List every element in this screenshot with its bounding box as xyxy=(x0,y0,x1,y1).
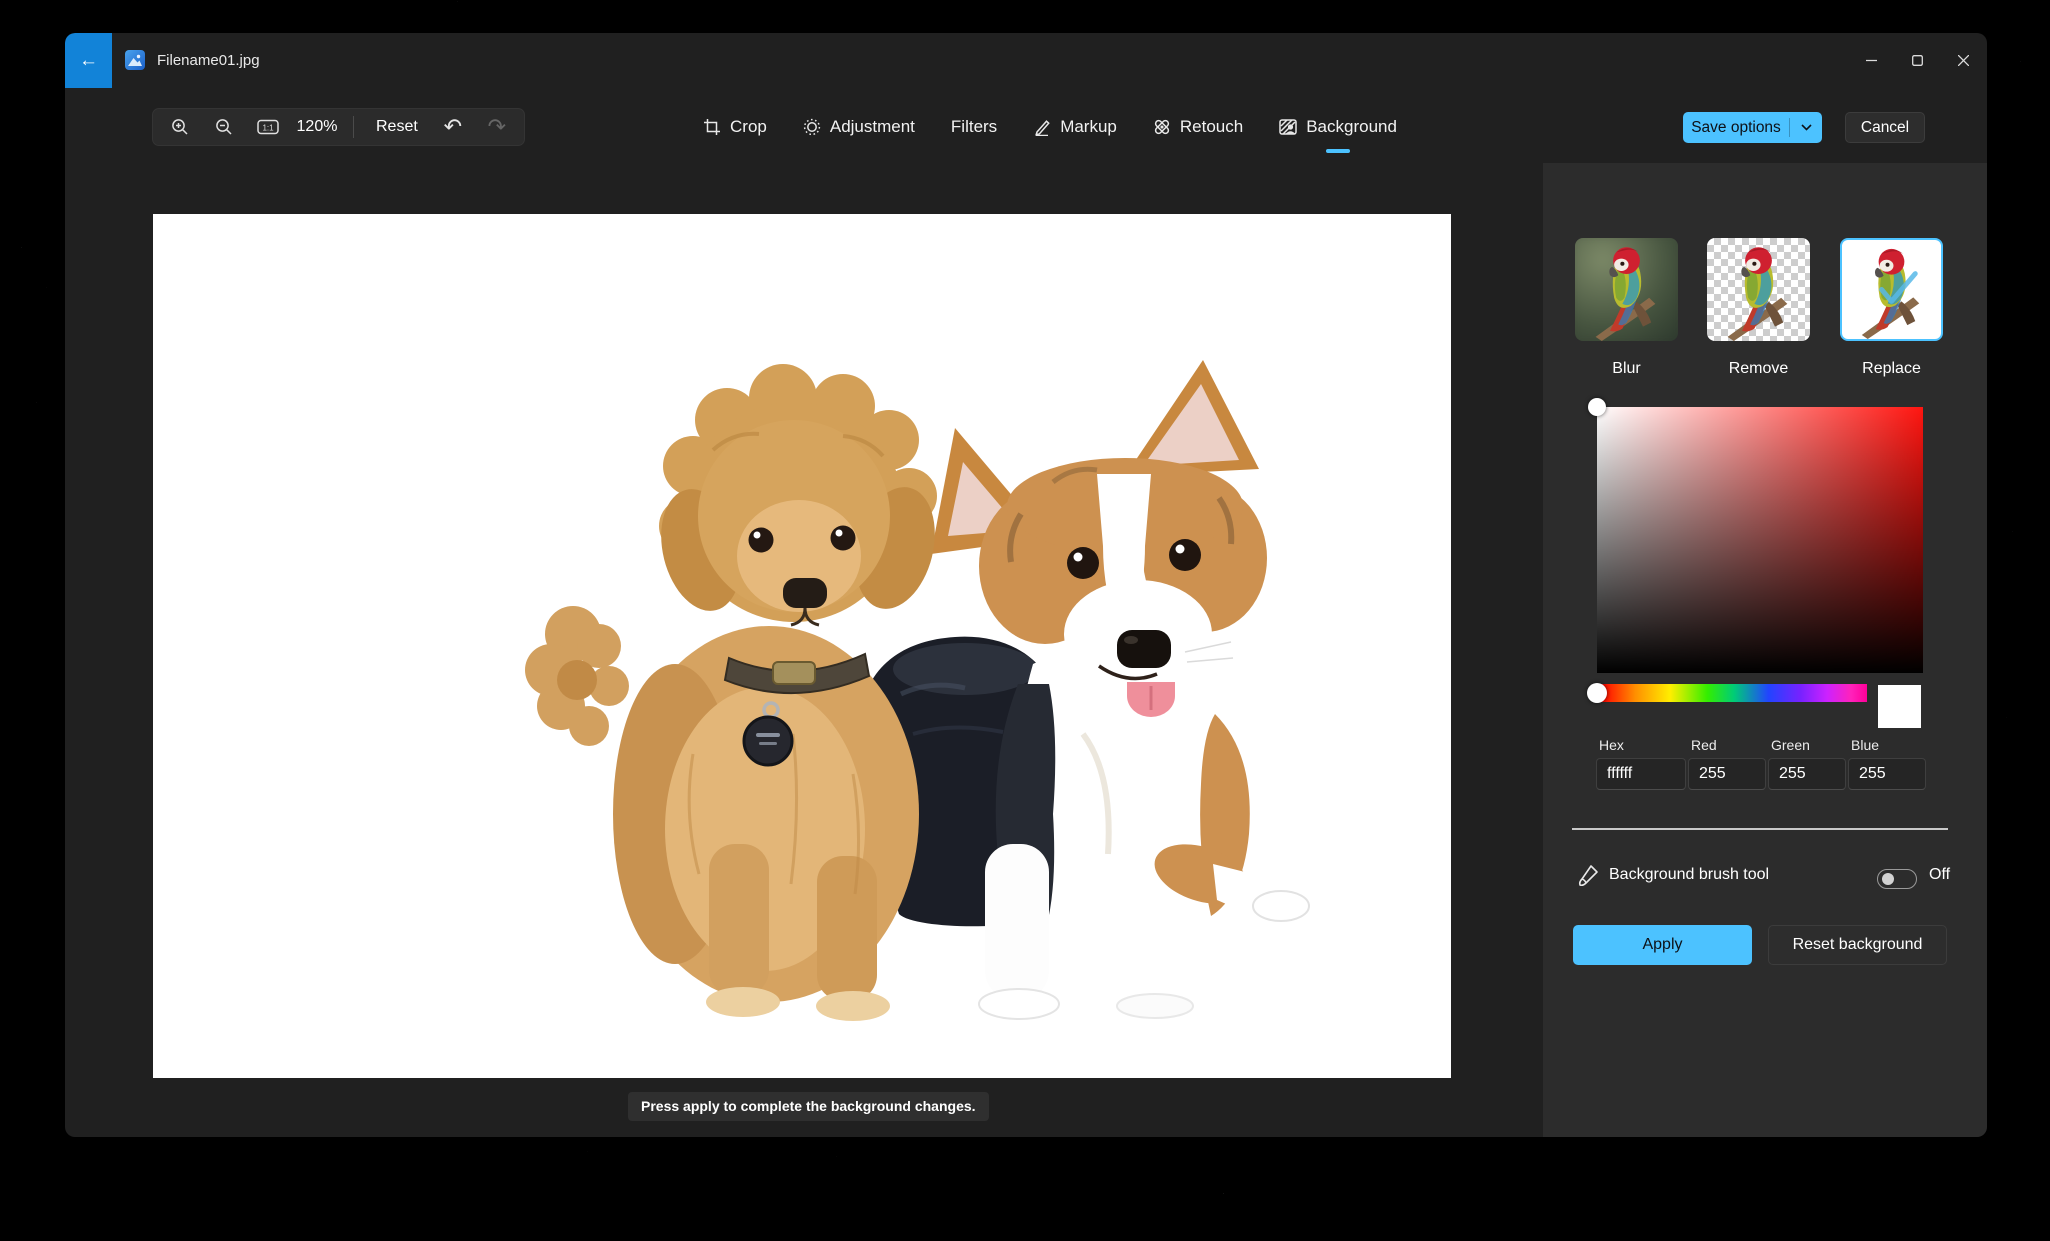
minimize-icon xyxy=(1865,59,1877,62)
reset-background-button[interactable]: Reset background xyxy=(1768,925,1947,965)
red-input[interactable] xyxy=(1688,758,1766,790)
parrot-image xyxy=(1727,247,1788,341)
actual-size-icon: 1:1 xyxy=(257,119,279,135)
toolbar-divider xyxy=(353,116,354,138)
green-input[interactable] xyxy=(1768,758,1846,790)
apply-tooltip: Press apply to complete the background c… xyxy=(628,1092,989,1121)
blue-input[interactable] xyxy=(1848,758,1926,790)
hex-input[interactable] xyxy=(1596,758,1686,790)
editor-canvas xyxy=(153,214,1451,1078)
apply-button[interactable]: Apply xyxy=(1573,925,1752,965)
background-icon xyxy=(1279,119,1297,135)
mode-replace-label: Replace xyxy=(1862,360,1921,377)
maximize-button[interactable] xyxy=(1894,33,1940,88)
minimize-button[interactable] xyxy=(1848,33,1894,88)
undo-button[interactable]: ↶ xyxy=(432,112,474,142)
panel-divider xyxy=(1572,828,1948,830)
back-button[interactable]: ← xyxy=(65,33,112,88)
close-button[interactable] xyxy=(1940,33,1987,88)
redo-button[interactable]: ↷ xyxy=(476,112,518,142)
adjustment-icon xyxy=(803,118,821,136)
tab-markup[interactable]: Markup xyxy=(1033,108,1117,146)
background-brush-label: Background brush tool xyxy=(1609,866,1770,883)
tab-background[interactable]: Background xyxy=(1279,108,1397,153)
retouch-icon xyxy=(1154,119,1170,135)
cancel-button[interactable]: Cancel xyxy=(1845,112,1925,143)
parrot-image xyxy=(1861,248,1920,339)
photos-editor-window: ← Filename01.jpg 1:1 120% Reset ↶ ↷ Crop… xyxy=(65,33,1987,1137)
save-options-button[interactable]: Save options xyxy=(1683,112,1822,143)
zoom-out-button[interactable] xyxy=(203,112,245,142)
photos-app-icon xyxy=(125,50,145,70)
tab-adjustment[interactable]: Adjustment xyxy=(803,108,915,146)
chevron-down-icon[interactable] xyxy=(1790,124,1822,131)
zoom-toolbar: 1:1 120% Reset ↶ ↷ xyxy=(152,108,525,146)
back-arrow-icon: ← xyxy=(79,49,98,71)
redo-icon: ↷ xyxy=(487,114,507,139)
saturation-value-picker[interactable] xyxy=(1597,407,1923,673)
window-controls xyxy=(1848,33,1987,88)
tab-filters[interactable]: Filters xyxy=(951,108,997,146)
saturation-value-thumb[interactable] xyxy=(1588,398,1606,416)
blue-label: Blue xyxy=(1851,737,1880,753)
edit-tabs: Crop Adjustment Filters Markup Retouch B… xyxy=(703,108,1397,153)
zoom-in-button[interactable] xyxy=(159,112,201,142)
maximize-icon xyxy=(1911,55,1923,66)
actual-size-button[interactable]: 1:1 xyxy=(247,112,289,142)
hex-label: Hex xyxy=(1599,737,1624,753)
background-brush-toggle[interactable] xyxy=(1877,869,1917,889)
green-label: Green xyxy=(1771,737,1810,753)
mode-blur-thumbnail[interactable] xyxy=(1575,238,1678,341)
selected-color-swatch xyxy=(1878,685,1921,728)
zoom-level: 120% xyxy=(296,118,338,135)
window-title: Filename01.jpg xyxy=(157,52,260,69)
toggle-knob xyxy=(1882,873,1894,885)
toggle-state-label: Off xyxy=(1929,866,1951,883)
mode-blur-label: Blur xyxy=(1612,360,1641,377)
brush-icon xyxy=(1578,865,1598,887)
dogs-photo xyxy=(153,214,1451,1078)
red-label: Red xyxy=(1691,737,1717,753)
undo-icon: ↶ xyxy=(443,114,463,139)
zoom-in-icon xyxy=(172,119,188,135)
crop-icon xyxy=(704,119,720,135)
tab-retouch[interactable]: Retouch xyxy=(1153,108,1243,146)
mode-remove-label: Remove xyxy=(1728,360,1789,377)
svg-text:1:1: 1:1 xyxy=(262,124,274,133)
tab-crop[interactable]: Crop xyxy=(703,108,767,146)
hue-slider[interactable] xyxy=(1601,684,1867,702)
desktop: ← Filename01.jpg 1:1 120% Reset ↶ ↷ Crop… xyxy=(0,0,2050,1241)
close-icon xyxy=(1958,55,1969,66)
hue-slider-thumb[interactable] xyxy=(1587,683,1607,703)
markup-icon xyxy=(1035,120,1050,136)
mode-replace-thumbnail[interactable] xyxy=(1840,238,1943,341)
parrot-image xyxy=(1595,247,1656,341)
mode-remove-thumbnail[interactable] xyxy=(1707,238,1810,341)
active-tab-underline xyxy=(1326,149,1351,153)
zoom-out-icon xyxy=(216,119,232,135)
reset-zoom-button[interactable]: Reset xyxy=(364,112,430,142)
